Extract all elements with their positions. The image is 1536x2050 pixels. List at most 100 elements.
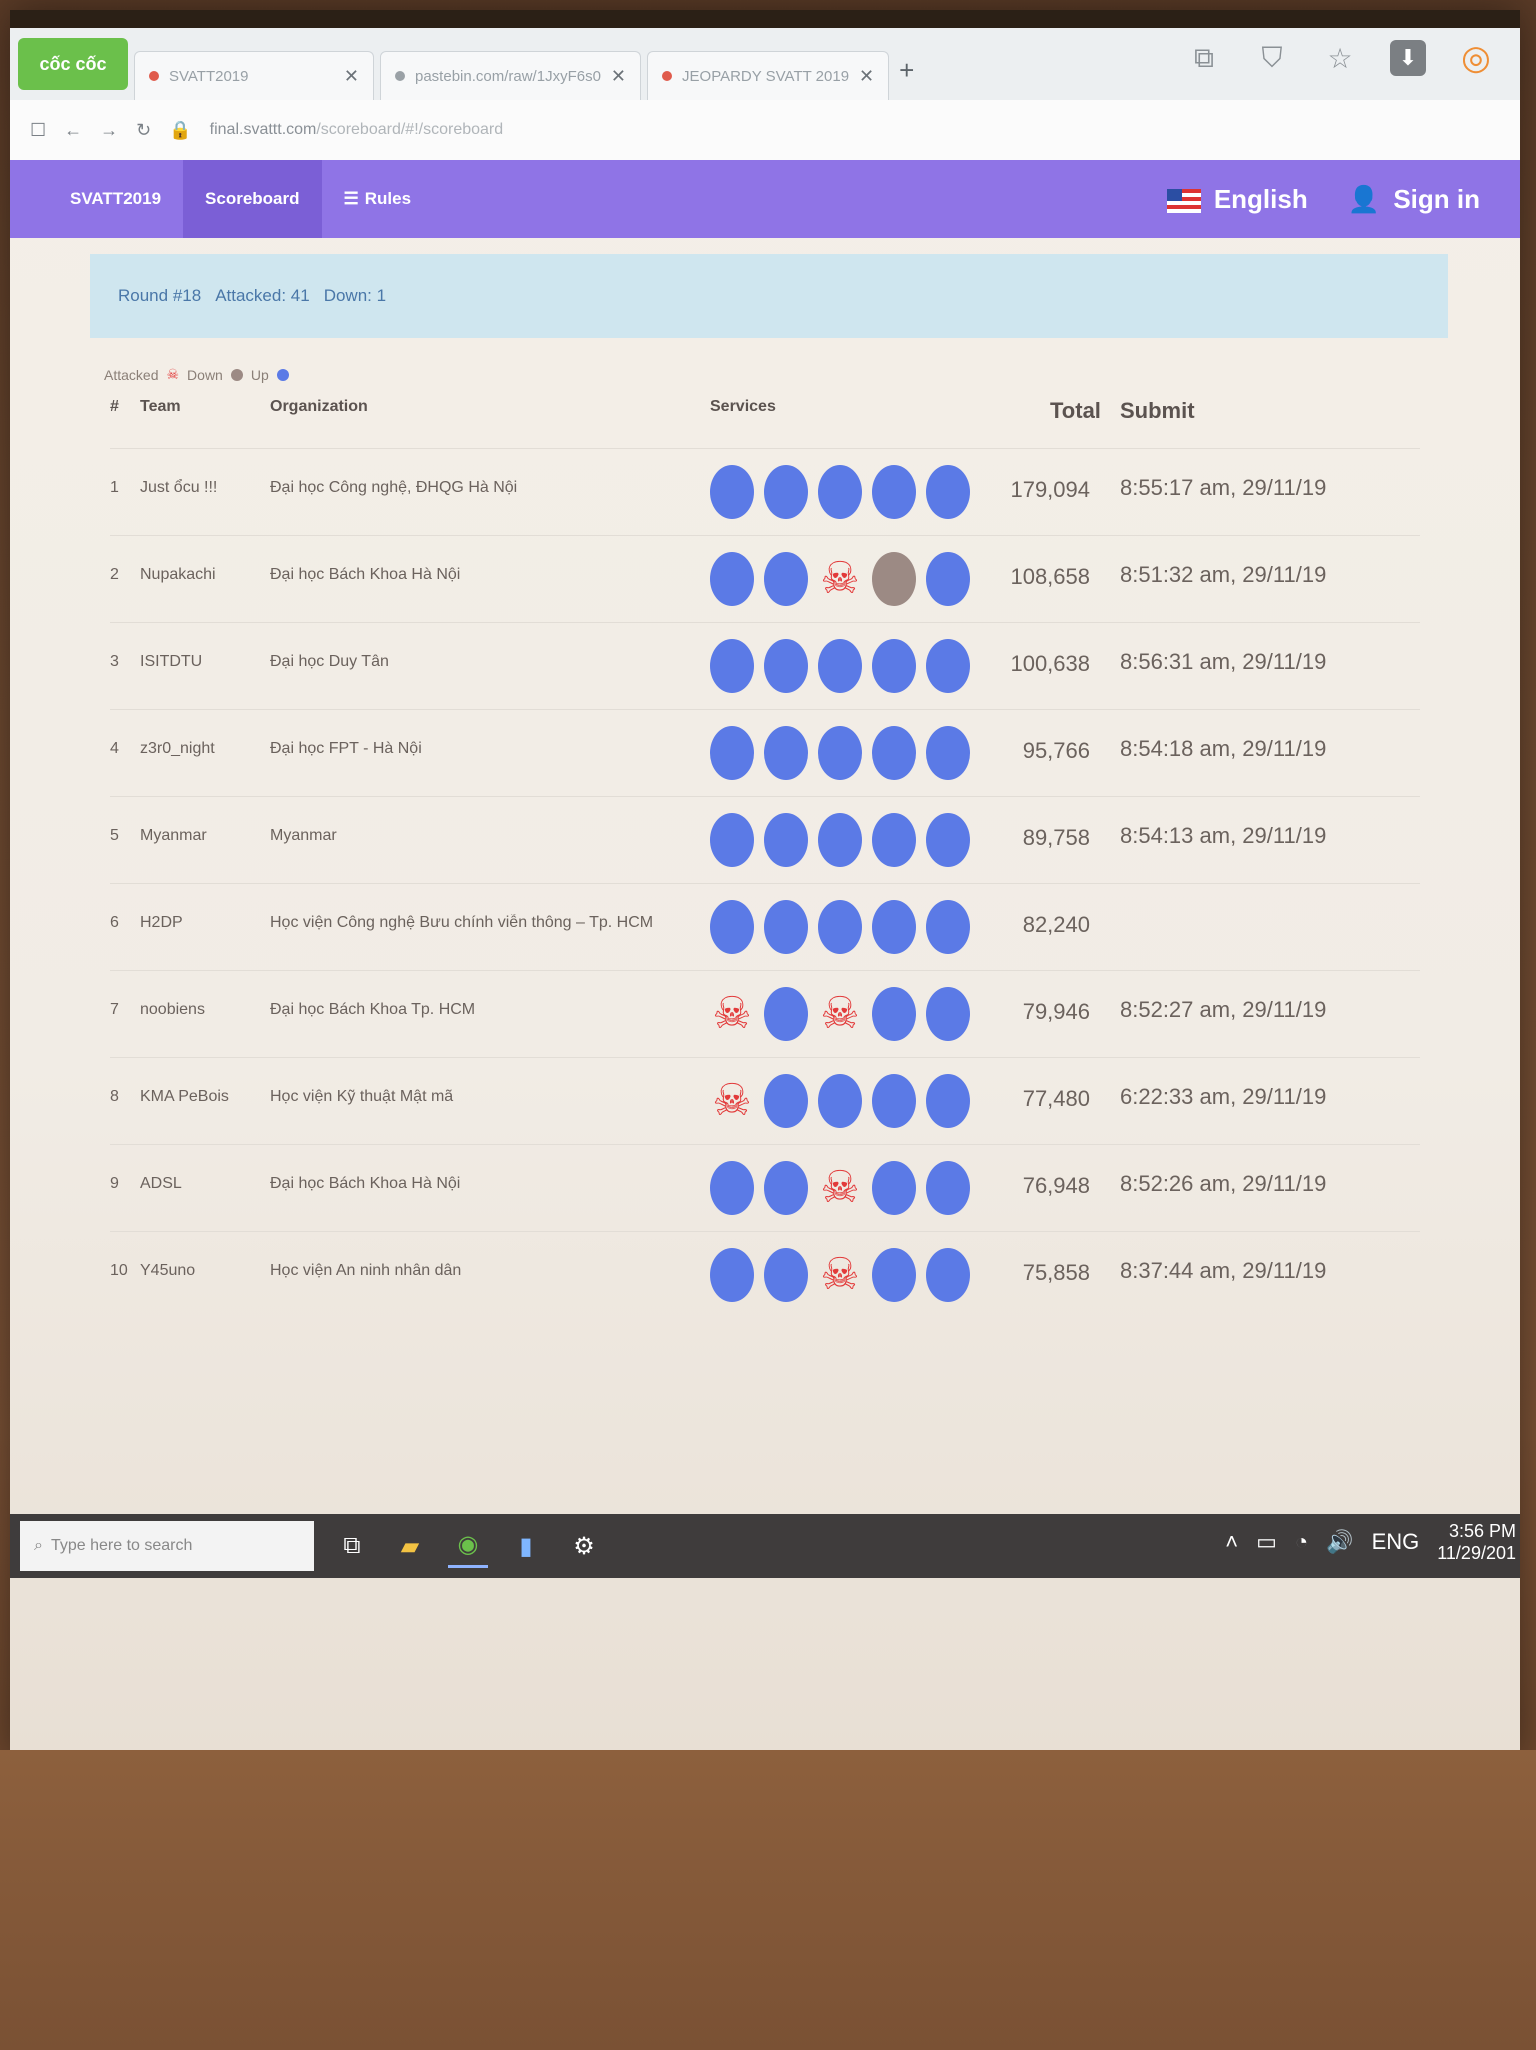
row-total: 82,240 xyxy=(1022,912,1090,937)
service-up-dot[interactable] xyxy=(710,1248,754,1302)
service-up-dot[interactable] xyxy=(818,813,862,867)
service-up-dot[interactable] xyxy=(926,987,970,1041)
url-field[interactable]: final.svattt.com/scoreboard/#!/scoreboar… xyxy=(210,121,503,139)
taskbar-search[interactable]: ⌕ Type here to search xyxy=(20,1521,314,1571)
service-up-dot[interactable] xyxy=(818,465,862,519)
row-team: z3r0_night xyxy=(140,740,215,757)
service-up-dot[interactable] xyxy=(764,1161,808,1215)
service-up-dot[interactable] xyxy=(872,813,916,867)
tab-close-icon[interactable]: ✕ xyxy=(611,66,626,87)
service-up-dot[interactable] xyxy=(818,1074,862,1128)
service-up-dot[interactable] xyxy=(872,726,916,780)
service-up-dot[interactable] xyxy=(818,639,862,693)
coccoc-browser-icon[interactable]: ◉ xyxy=(448,1525,488,1568)
tab-jeopardy[interactable]: JEOPARDY SVATT 2019 ✕ xyxy=(647,51,890,100)
browser-brand[interactable]: cốc cốc xyxy=(18,38,128,90)
sign-in-link[interactable]: 👤 Sign in xyxy=(1348,184,1480,215)
language-selector[interactable]: English xyxy=(1166,184,1308,215)
service-attacked-skull-icon[interactable]: ☠ xyxy=(818,552,862,606)
shield-icon[interactable]: ⛉ xyxy=(1254,40,1290,76)
tab-close-icon[interactable]: ✕ xyxy=(344,66,359,87)
service-attacked-skull-icon[interactable]: ☠ xyxy=(818,987,862,1041)
service-attacked-skull-icon[interactable]: ☠ xyxy=(818,1161,862,1215)
service-up-dot[interactable] xyxy=(818,900,862,954)
service-up-dot[interactable] xyxy=(710,1161,754,1215)
site-brand[interactable]: SVATT2019 xyxy=(10,160,183,238)
service-up-dot[interactable] xyxy=(710,900,754,954)
service-attacked-skull-icon[interactable]: ☠ xyxy=(818,1248,862,1302)
settings-gear-icon[interactable]: ⚙ xyxy=(564,1526,604,1566)
service-up-dot[interactable] xyxy=(926,639,970,693)
nav-scoreboard[interactable]: Scoreboard xyxy=(183,160,322,238)
up-dot-icon xyxy=(710,1248,754,1302)
service-up-dot[interactable] xyxy=(872,987,916,1041)
back-icon[interactable]: ← xyxy=(64,120,82,141)
service-up-dot[interactable] xyxy=(872,1161,916,1215)
table-row: 2 Nupakachi Đại học Bách Khoa Hà Nội ☠ 108,6… xyxy=(110,535,1420,622)
service-up-dot[interactable] xyxy=(764,465,808,519)
service-up-dot[interactable] xyxy=(764,813,808,867)
notepad-icon[interactable]: ▮ xyxy=(506,1526,546,1566)
service-up-dot[interactable] xyxy=(872,465,916,519)
tab-pastebin[interactable]: pastebin.com/raw/1JxyF6s0 ✕ xyxy=(380,51,642,100)
up-dot-icon xyxy=(764,1074,808,1128)
service-up-dot[interactable] xyxy=(764,552,808,606)
service-up-dot[interactable] xyxy=(764,726,808,780)
service-down-dot[interactable] xyxy=(872,552,916,606)
service-up-dot[interactable] xyxy=(926,1161,970,1215)
clock[interactable]: 3:56 PM 11/29/201 xyxy=(1437,1520,1516,1564)
up-dot-icon xyxy=(764,1248,808,1302)
download-icon[interactable]: ⬇ xyxy=(1390,40,1426,76)
wifi-icon[interactable]: ◔ xyxy=(1295,1529,1308,1555)
service-up-dot[interactable] xyxy=(764,639,808,693)
service-up-dot[interactable] xyxy=(710,813,754,867)
service-up-dot[interactable] xyxy=(872,1074,916,1128)
row-rank: 1 xyxy=(110,479,119,496)
row-submit: 8:52:27 am, 29/11/19 xyxy=(1120,997,1327,1022)
input-language[interactable]: ENG xyxy=(1372,1529,1420,1555)
service-up-dot[interactable] xyxy=(764,1074,808,1128)
service-up-dot[interactable] xyxy=(926,552,970,606)
row-organization: Đại học FPT - Hà Nội xyxy=(270,740,422,757)
file-explorer-icon[interactable]: ▰ xyxy=(390,1526,430,1566)
service-up-dot[interactable] xyxy=(818,726,862,780)
sidebar-toggle-icon[interactable]: ☐ xyxy=(30,120,46,141)
service-up-dot[interactable] xyxy=(926,813,970,867)
nav-rules[interactable]: ☰ Rules xyxy=(322,160,434,238)
service-up-dot[interactable] xyxy=(872,639,916,693)
battery-icon[interactable]: ▭ xyxy=(1256,1529,1277,1555)
service-up-dot[interactable] xyxy=(710,639,754,693)
col-team: Team xyxy=(140,398,181,415)
new-tab-button[interactable]: + xyxy=(899,55,914,86)
chevron-up-icon[interactable]: ˄ xyxy=(1225,1529,1238,1555)
service-up-dot[interactable] xyxy=(926,465,970,519)
service-up-dot[interactable] xyxy=(710,552,754,606)
row-services xyxy=(710,465,970,519)
translate-icon[interactable]: ⧉ xyxy=(1186,40,1222,76)
forward-icon[interactable]: → xyxy=(100,120,118,141)
service-up-dot[interactable] xyxy=(764,900,808,954)
service-up-dot[interactable] xyxy=(764,987,808,1041)
reload-icon[interactable]: ↻ xyxy=(136,120,151,141)
row-team: ISITDTU xyxy=(140,653,203,670)
row-services xyxy=(710,639,970,693)
service-up-dot[interactable] xyxy=(710,465,754,519)
service-attacked-skull-icon[interactable]: ☠ xyxy=(710,1074,754,1128)
service-up-dot[interactable] xyxy=(926,900,970,954)
service-up-dot[interactable] xyxy=(710,726,754,780)
up-dot-icon xyxy=(872,726,916,780)
service-up-dot[interactable] xyxy=(926,1074,970,1128)
row-team: H2DP xyxy=(140,914,183,931)
task-view-icon[interactable]: ⧉ xyxy=(332,1526,372,1566)
service-up-dot[interactable] xyxy=(872,1248,916,1302)
volume-icon[interactable]: 🔊 xyxy=(1326,1529,1353,1555)
tab-svatt[interactable]: SVATT2019 ✕ xyxy=(134,51,374,100)
service-attacked-skull-icon[interactable]: ☠ xyxy=(710,987,754,1041)
service-up-dot[interactable] xyxy=(872,900,916,954)
coccoc-icon[interactable]: ◎ xyxy=(1458,39,1494,77)
bookmark-star-icon[interactable]: ☆ xyxy=(1322,40,1358,76)
service-up-dot[interactable] xyxy=(764,1248,808,1302)
service-up-dot[interactable] xyxy=(926,1248,970,1302)
tab-close-icon[interactable]: ✕ xyxy=(859,66,874,87)
service-up-dot[interactable] xyxy=(926,726,970,780)
